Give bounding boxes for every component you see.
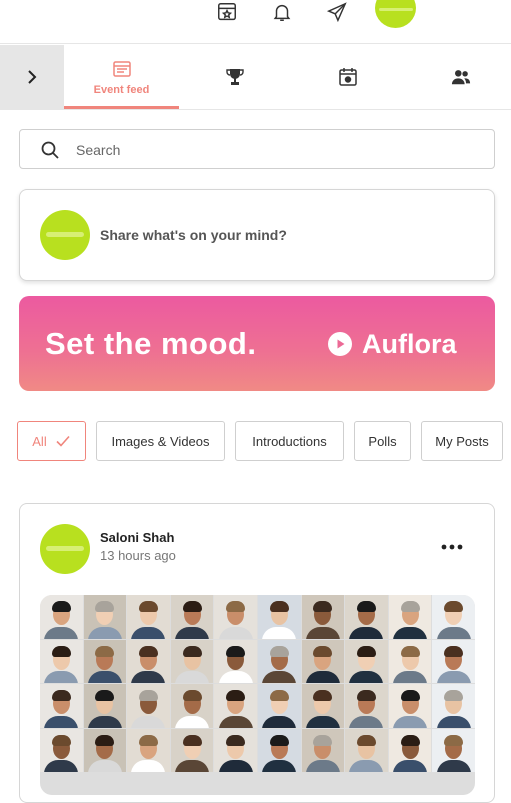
filter-polls[interactable]: Polls [354,421,411,461]
search-box [19,129,495,169]
banner-headline: Set the mood. [45,326,257,361]
headshot-tile [127,595,170,639]
headshot-tile [301,639,345,683]
send-icon[interactable] [325,0,349,24]
tab-schedule[interactable] [303,45,393,109]
headshot-tile [170,639,214,683]
headshot-tile [388,639,432,683]
filter-label: All [32,433,47,449]
active-tab-indicator [64,106,179,109]
headshot-tile [345,684,388,728]
headshot-tile [432,728,475,772]
composer-avatar [40,210,90,260]
headshot-tile [83,639,127,683]
feed-post: Saloni Shah 13 hours ago [19,503,495,803]
post-composer[interactable]: Share what's on your mind? [19,189,495,281]
headshot-tile [257,728,301,772]
search-input[interactable] [76,138,476,162]
play-circle-icon [328,332,352,356]
filter-my-posts[interactable]: My Posts [421,421,503,461]
filter-all[interactable]: All [17,421,86,461]
headshot-tile [257,595,301,639]
filter-introductions[interactable]: Introductions [235,421,344,461]
tab-people[interactable] [416,45,506,109]
headshot-tile [127,639,170,683]
people-icon [451,70,471,85]
filter-label: Polls [368,433,397,449]
post-image[interactable] [40,595,475,795]
promo-banner[interactable]: Set the mood. Auflora [19,296,495,391]
headshot-tile [432,595,475,639]
tab-event-feed[interactable]: Event feed [64,45,179,109]
headshot-tile [345,639,388,683]
user-avatar[interactable] [375,0,416,28]
headshot-tile [127,684,170,728]
headshot-tile [170,728,214,772]
headshot-tile [40,595,83,639]
headshot-tile [40,639,83,683]
headshot-tile [214,595,257,639]
more-options-icon[interactable] [440,542,464,552]
trophy-icon [226,69,244,85]
headshot-tile [214,728,257,772]
tab-leaderboard[interactable] [190,45,280,109]
expand-sidebar-button[interactable] [0,45,64,109]
tab-bar: Event feed [0,45,511,110]
headshot-tile [257,684,301,728]
tab-label: Event feed [93,83,150,96]
filter-images-videos[interactable]: Images & Videos [96,421,225,461]
headshot-tile [432,684,475,728]
headshot-tile [301,728,345,772]
headshot-tile [127,728,170,772]
headshot-tile [214,684,257,728]
post-author-avatar[interactable] [40,524,90,574]
search-icon [41,141,59,159]
headshot-tile [257,639,301,683]
headshot-tile [170,684,214,728]
calendar-star-icon[interactable] [215,0,239,24]
headshot-tile [214,639,257,683]
headshot-tile [40,728,83,772]
bell-icon[interactable] [270,0,294,24]
headshot-tile [388,728,432,772]
headshot-tile [388,595,432,639]
browser-window-icon [112,60,131,77]
banner-brand: Auflora [362,329,457,359]
checkmark-icon [56,435,70,447]
composer-prompt[interactable]: Share what's on your mind? [100,227,287,243]
post-author-name[interactable]: Saloni Shah [100,530,174,545]
headshot-tile [83,595,127,639]
headshot-tile [301,595,345,639]
filter-label: Introductions [252,433,327,449]
filter-label: Images & Videos [111,433,210,449]
headshot-tile [83,728,127,772]
headshot-tile [388,684,432,728]
headshot-tile [345,728,388,772]
filter-label: My Posts [435,433,489,449]
chevron-right-icon [28,70,37,84]
headshot-tile [432,639,475,683]
top-bar [0,0,511,44]
headshot-tile [345,595,388,639]
headshot-tile [40,684,83,728]
post-timestamp: 13 hours ago [100,548,176,563]
headshot-tile [83,684,127,728]
headshot-tile [301,684,345,728]
calendar-icon [339,68,357,86]
headshot-tile [170,595,214,639]
